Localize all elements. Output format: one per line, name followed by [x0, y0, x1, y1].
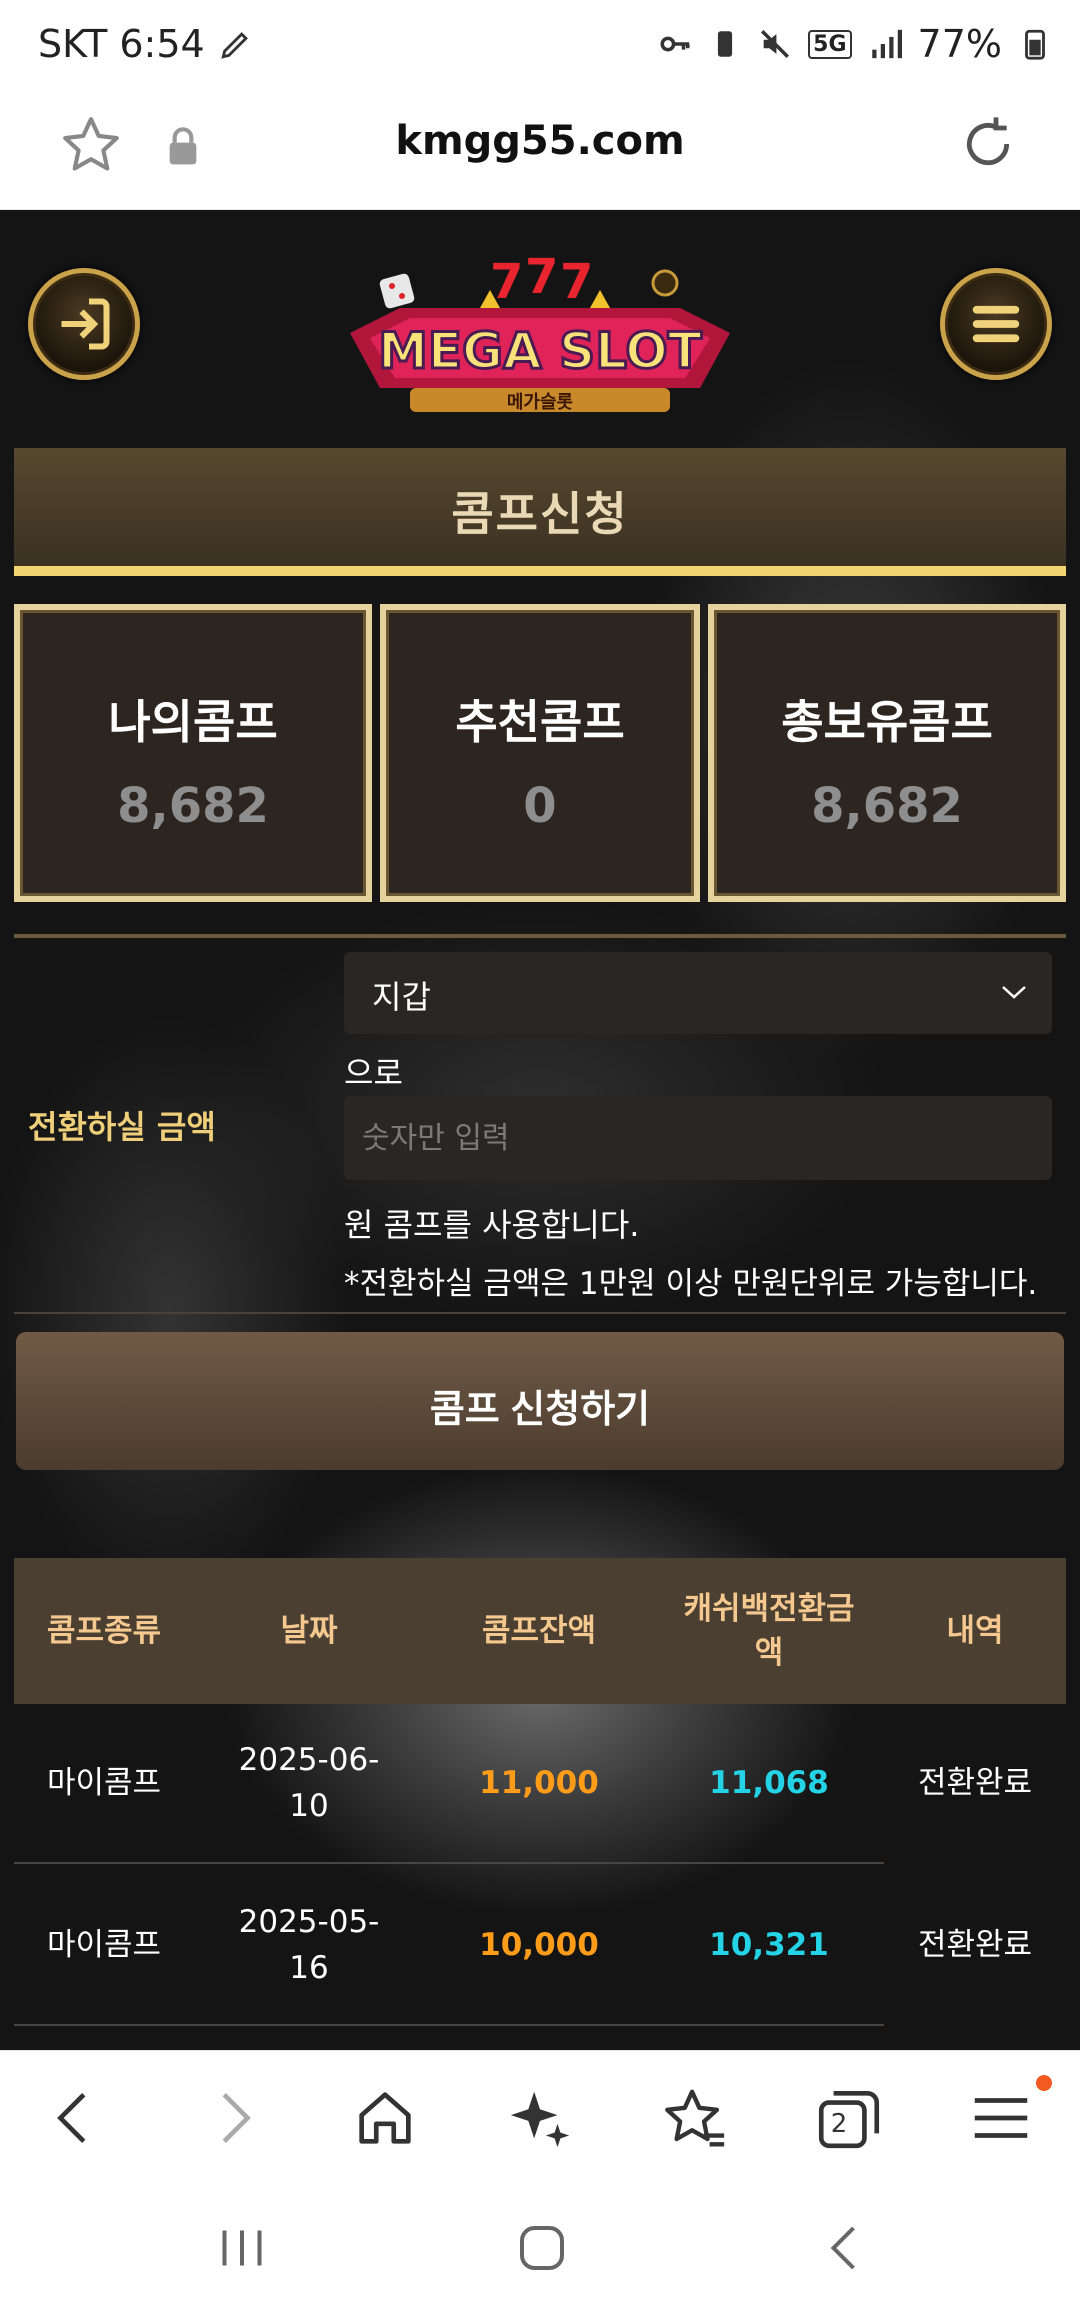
home-button-icon[interactable] [512, 2218, 572, 2278]
menu-icon[interactable] [966, 2083, 1036, 2153]
notification-dot [1036, 2075, 1052, 2091]
status-bar: SKT 6:54 5G 77% [0, 0, 1080, 92]
th-history: 내역 [946, 1613, 1004, 1649]
login-icon [61, 298, 110, 350]
hamburger-menu-icon [972, 305, 1020, 343]
status-right: 5G 77% [658, 22, 1052, 66]
th-comp-type: 콤프종류 [46, 1613, 162, 1649]
stat-referral-comp: 추천콤프 0 [380, 604, 700, 902]
amount-input[interactable] [344, 1096, 1052, 1180]
stat-total-comp: 총보유콤프 8,682 [708, 604, 1066, 902]
battery-percent: 77% [917, 22, 1002, 66]
cell-balance: 11,000 [479, 1765, 599, 1801]
network-label: 5G [808, 29, 852, 59]
forward-icon[interactable] [198, 2083, 268, 2153]
th-cashback-amount: 캐쉬백전환금 액 [683, 1591, 855, 1671]
divider [14, 934, 1066, 938]
home-icon[interactable] [350, 2083, 420, 2153]
status-left: SKT 6:54 [38, 22, 253, 66]
menu-button[interactable] [940, 268, 1052, 380]
svg-text:7: 7 [525, 249, 558, 305]
divider [14, 1312, 1066, 1314]
page-title: 콤프신청 [451, 487, 629, 541]
logo-subtext: 메가슬롯 [507, 392, 573, 413]
login-button[interactable] [28, 268, 140, 380]
cell-cashback: 10,321 [709, 1927, 829, 1963]
browser-url-bar: kmgg55.com [0, 92, 1080, 210]
cell-status: 전환완료 [917, 1927, 1033, 1963]
conversion-amount-label: 전환하실 금액 [28, 1108, 216, 1146]
conversion-rule-note: *전환하실 금액은 1만원 이상 만원단위로 가능합니다. [344, 1266, 1038, 1302]
pencil-icon [221, 32, 248, 59]
stat-value: 8,682 [117, 778, 269, 834]
signal-icon [871, 29, 902, 59]
tabs-button[interactable]: 2 [812, 2081, 886, 2155]
battery-icon [1025, 29, 1045, 60]
system-nav-bar [0, 2180, 1080, 2316]
cell-type: 마이콤프 [46, 1765, 162, 1801]
cell-date: 2025-06- 10 [238, 1742, 380, 1824]
sparkle-icon[interactable] [505, 2083, 575, 2153]
stat-value: 0 [523, 778, 557, 834]
url-text[interactable]: kmgg55.com [0, 118, 1080, 164]
tab-count: 2 [830, 2109, 848, 2139]
wallet-select[interactable]: 지갑 [344, 952, 1052, 1034]
cell-balance: 10,000 [479, 1927, 599, 1963]
carrier-time: SKT 6:54 [38, 22, 205, 66]
system-back-icon[interactable] [816, 2218, 876, 2278]
cell-status: 전환완료 [917, 1765, 1033, 1801]
stat-label: 나의콤프 [108, 695, 278, 749]
mute-icon [761, 29, 790, 59]
back-icon[interactable] [40, 2083, 110, 2153]
key-icon [660, 36, 690, 52]
comp-use-note: 원 콤프를 사용합니다. [344, 1206, 640, 1244]
reload-icon[interactable] [956, 112, 1020, 176]
stat-label: 추천콤프 [455, 695, 625, 749]
bookmarks-icon[interactable] [660, 2083, 730, 2153]
stat-value: 8,682 [811, 778, 963, 834]
th-date: 날짜 [280, 1613, 338, 1649]
stat-label: 총보유콤프 [781, 695, 993, 749]
chevron-down-icon [1002, 986, 1026, 999]
table-row: 마이콤프 2025-06- 10 11,000 11,068 전환완료 [14, 1704, 1066, 1864]
comp-history-table-header: 콤프종류 날짜 콤프잔액 캐쉬백전환금 액 내역 [14, 1558, 1066, 1704]
svg-text:7: 7 [560, 254, 593, 310]
cell-type: 마이콤프 [46, 1927, 162, 1963]
logo-text: MEGA SLOT [378, 322, 702, 380]
recent-apps-icon[interactable] [212, 2218, 272, 2278]
stat-my-comp: 나의콤프 8,682 [14, 604, 372, 902]
page-title-banner: 콤프신청 [14, 448, 1066, 576]
mega-slot-logo[interactable]: 메가슬롯 MEGA SLOT 7 7 7 [340, 238, 740, 418]
page-content: 메가슬롯 MEGA SLOT 7 7 7 콤프신청 나의콤프 8,682 추천콤… [0, 210, 1080, 2050]
th-comp-balance: 콤프잔액 [481, 1613, 597, 1649]
comp-apply-label: 콤프 신청하기 [429, 1389, 651, 1431]
cell-date: 2025-05- 16 [238, 1904, 380, 1986]
browser-bottom-nav: 2 [0, 2050, 1080, 2180]
select-suffix: 으로 [344, 1054, 403, 1092]
cell-cashback: 11,068 [709, 1765, 829, 1801]
wallet-select-value: 지갑 [372, 978, 431, 1016]
row-divider [14, 1862, 884, 1864]
comp-apply-button[interactable]: 콤프 신청하기 [16, 1332, 1064, 1470]
table-row: 마이콤프 2025-05- 16 10,000 10,321 전환완료 [14, 1866, 1066, 2026]
row-divider [14, 2024, 884, 2026]
battery-saver-icon [718, 31, 733, 57]
